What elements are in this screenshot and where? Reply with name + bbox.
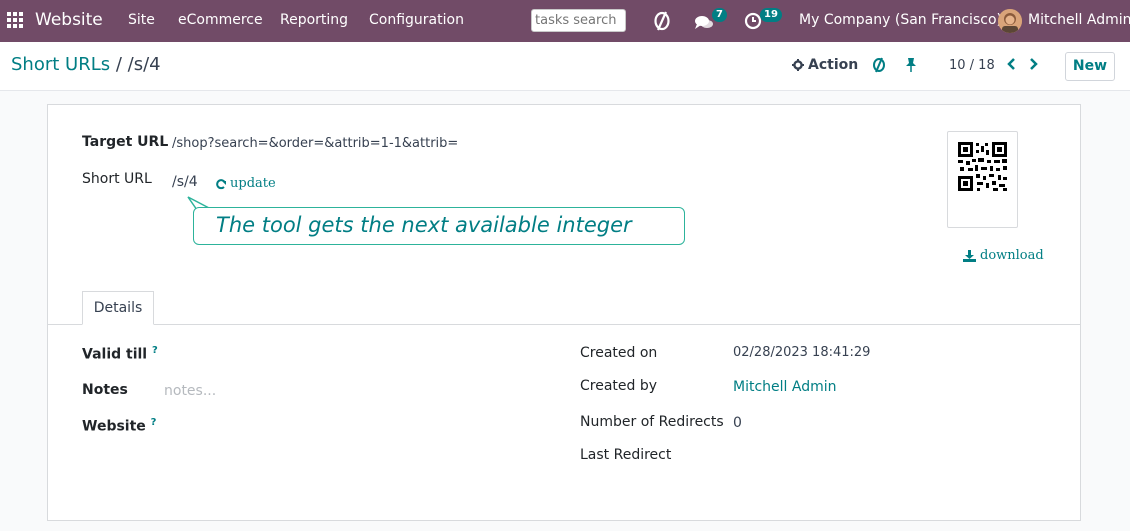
valid-till-help-icon[interactable]: ?	[152, 345, 158, 356]
redirects-label: Number of Redirects	[580, 414, 724, 430]
pin-icon[interactable]	[905, 57, 917, 77]
website-help-icon[interactable]: ?	[151, 417, 157, 428]
created-by-label: Created by	[580, 378, 658, 394]
new-button[interactable]: New	[1065, 52, 1115, 81]
top-navbar: Website Site eCommerce Reporting Configu…	[0, 0, 1130, 42]
website-label: Website ?	[82, 417, 157, 435]
menu-configuration[interactable]: Configuration	[369, 12, 464, 28]
menu-site[interactable]: Site	[128, 12, 155, 28]
save-sync-icon[interactable]	[871, 56, 887, 78]
gear-icon	[792, 59, 804, 71]
breadcrumb-separator: /	[115, 54, 122, 75]
target-url-field[interactable]: /shop?search=&order=&attrib=1-1&attrib=	[172, 136, 458, 151]
valid-till-label: Valid till ?	[82, 345, 158, 363]
apps-grid-icon[interactable]	[6, 11, 24, 29]
callout-text: The tool gets the next available integer	[216, 213, 632, 237]
notes-field[interactable]: notes...	[164, 383, 216, 399]
refresh-icon	[216, 178, 226, 189]
app-brand[interactable]: Website	[35, 10, 103, 30]
short-url-label: Short URL	[82, 171, 152, 187]
created-on-label: Created on	[580, 345, 658, 361]
download-button[interactable]: download	[963, 248, 1044, 263]
breadcrumb: Short URLs / /s/4	[11, 54, 161, 75]
activities-badge: 19	[760, 8, 782, 22]
company-switcher[interactable]: My Company (San Francisco)	[799, 12, 1002, 28]
update-label: update	[230, 176, 276, 191]
control-panel: Short URLs / /s/4 Action 10 / 18 New	[0, 42, 1130, 91]
sync-icon[interactable]	[651, 9, 673, 33]
tab-strip	[48, 324, 1080, 325]
short-url-field[interactable]: /s/4	[172, 174, 198, 190]
form-sheet: Target URL /shop?search=&order=&attrib=1…	[47, 104, 1081, 521]
user-avatar[interactable]	[998, 9, 1022, 33]
messages-badge: 7	[712, 8, 727, 22]
pager-value[interactable]: 10 / 18	[949, 58, 995, 73]
tasks-search-input[interactable]	[531, 9, 626, 32]
target-url-label: Target URL	[82, 134, 169, 150]
download-label: download	[980, 248, 1044, 263]
redirects-value: 0	[733, 415, 742, 431]
menu-reporting[interactable]: Reporting	[280, 12, 348, 28]
breadcrumb-parent[interactable]: Short URLs	[11, 54, 110, 75]
last-redirect-label: Last Redirect	[580, 447, 672, 463]
user-menu[interactable]: Mitchell Admin	[1028, 12, 1130, 28]
created-on-value: 02/28/2023 18:41:29	[733, 345, 871, 360]
notes-label: Notes	[82, 382, 128, 398]
action-button[interactable]: Action	[792, 57, 858, 73]
download-icon	[963, 249, 976, 262]
action-label: Action	[808, 57, 859, 73]
breadcrumb-current: /s/4	[127, 54, 161, 75]
qr-code	[947, 131, 1018, 228]
menu-ecommerce[interactable]: eCommerce	[178, 12, 263, 28]
chevron-right-icon[interactable]	[1027, 56, 1039, 76]
update-button[interactable]: update	[215, 176, 276, 191]
chevron-left-icon[interactable]	[1006, 56, 1018, 76]
callout-annotation: The tool gets the next available integer	[193, 207, 685, 245]
tab-details[interactable]: Details	[82, 291, 154, 325]
created-by-value[interactable]: Mitchell Admin	[733, 379, 837, 395]
